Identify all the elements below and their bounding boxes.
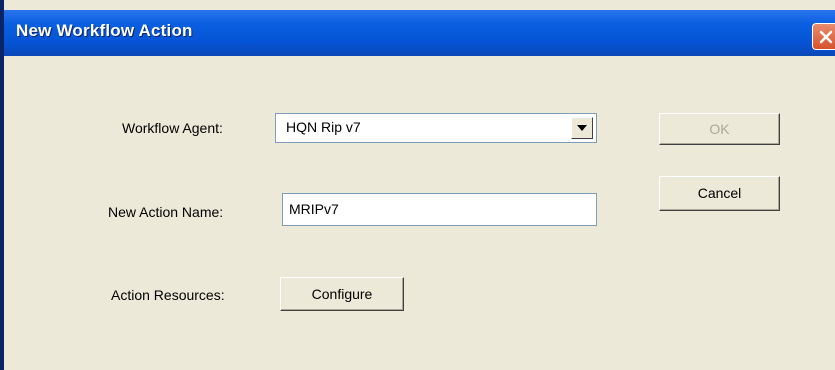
workflow-agent-select[interactable]: HQN Rip v7	[275, 113, 597, 143]
action-resources-label: Action Resources:	[111, 287, 225, 303]
dialog-window: New Workflow Action Workflow Agent: HQN …	[0, 0, 835, 370]
ok-button[interactable]: OK	[659, 113, 780, 145]
action-name-input[interactable]: MRIPv7	[282, 193, 597, 226]
dropdown-button[interactable]	[571, 117, 593, 139]
workflow-agent-value: HQN Rip v7	[286, 119, 361, 135]
chevron-down-icon	[577, 125, 587, 131]
workflow-agent-label: Workflow Agent:	[122, 120, 223, 136]
action-name-value: MRIPv7	[289, 201, 339, 217]
cancel-button[interactable]: Cancel	[659, 176, 780, 211]
configure-button-label: Configure	[311, 286, 373, 302]
title-bar[interactable]: New Workflow Action	[4, 10, 835, 56]
dialog-title: New Workflow Action	[16, 21, 193, 40]
cancel-button-label: Cancel	[697, 185, 742, 201]
ok-button-label: OK	[709, 121, 730, 137]
close-icon	[819, 30, 833, 44]
close-button[interactable]	[812, 23, 835, 50]
action-name-label: New Action Name:	[108, 204, 224, 220]
configure-button[interactable]: Configure	[280, 277, 404, 311]
